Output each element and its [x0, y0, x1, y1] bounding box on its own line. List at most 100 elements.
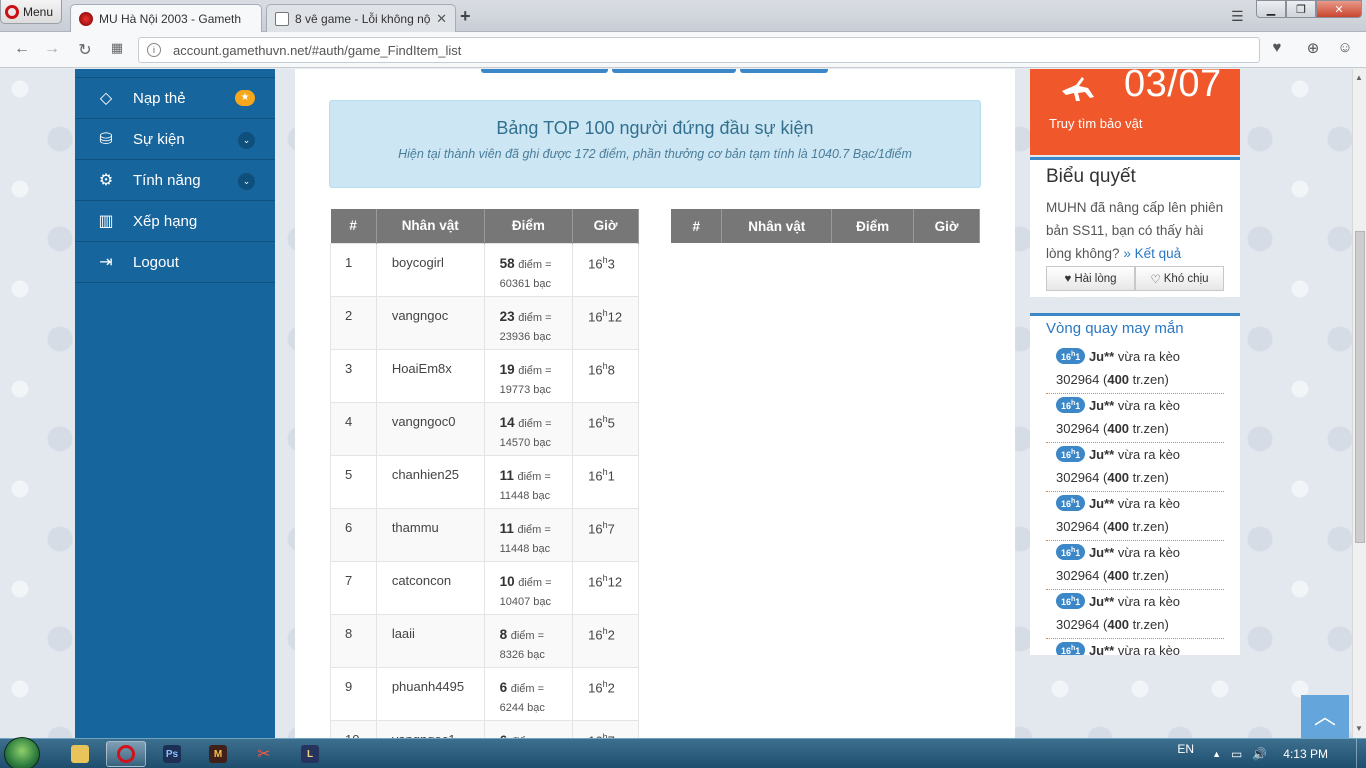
lucky-text: vừa ra kèo	[1117, 496, 1181, 511]
close-window-button[interactable]: ✕	[1316, 0, 1362, 18]
time-badge: 16h1	[1056, 348, 1086, 364]
account-icon[interactable]: ☺	[1334, 39, 1356, 61]
lucky-wheel-item: 16h1 Ju** vừa ra kèo 302964 (400 tr.zen)	[1046, 443, 1224, 492]
poll-unhappy-button[interactable]: ♡ Khó chịu	[1135, 266, 1224, 291]
time-minute: 8	[607, 361, 615, 377]
sidebar-item-xep-hang[interactable]: ▥ Xếp hạng	[75, 201, 275, 242]
time-minute: 5	[607, 414, 615, 430]
taskbar-explorer[interactable]	[60, 741, 100, 767]
tab-mu-hanoi[interactable]: MU Hà Nội 2003 - Gameth	[70, 4, 262, 32]
language-indicator[interactable]: EN	[1177, 742, 1194, 756]
time-badge: 16h1	[1056, 495, 1086, 511]
poll-buttons: ♥ Hài lòng ♡ Khó chịu	[1046, 266, 1224, 291]
silver-value: 23936 bạc	[499, 330, 551, 343]
time-badge-hour: 16	[1061, 646, 1072, 655]
lucky-wheel-title[interactable]: Vòng quay may mắn	[1046, 320, 1224, 337]
opera-menu-button[interactable]: Menu	[0, 0, 62, 24]
taskbar-launcher[interactable]: L	[290, 741, 330, 767]
site-info-icon[interactable]: i	[147, 43, 161, 57]
col-header-time[interactable]: Giờ	[913, 209, 980, 243]
lucky-code: 302964	[1056, 617, 1100, 632]
score-unit: điểm =	[518, 258, 552, 271]
reload-icon[interactable]: ↻	[75, 40, 95, 60]
col-header-character[interactable]: Nhân vật	[721, 209, 833, 243]
taskbar-photoshop[interactable]: Ps	[152, 741, 192, 767]
character-name: chanhien25	[375, 454, 485, 509]
scrollbar-thumb[interactable]	[1355, 231, 1365, 543]
start-button[interactable]	[4, 737, 40, 768]
event-countdown-box[interactable]: 03/07 Truy tìm bảo vật	[1030, 69, 1240, 155]
forward-icon[interactable]: →	[42, 40, 62, 58]
score-value: 19	[499, 361, 515, 377]
clock[interactable]: 4:13 PM	[1283, 747, 1328, 761]
col-header-number[interactable]: #	[671, 209, 723, 243]
lucky-unit: tr.zen	[1132, 372, 1165, 387]
lucky-text: vừa ra kèo	[1117, 349, 1181, 364]
folder-icon	[71, 745, 89, 763]
countdown-label: Truy tìm bảo vật	[1049, 116, 1143, 131]
back-icon[interactable]: ←	[12, 40, 32, 58]
col-header-score[interactable]: Điểm	[484, 209, 574, 243]
time-cell: 16h5	[572, 401, 639, 456]
taskbar-tools[interactable]: ✂	[244, 741, 284, 767]
scroll-up-arrow-icon[interactable]: ▲	[1355, 73, 1363, 82]
silver-value: 11448 bạc	[499, 489, 551, 502]
download-icon[interactable]: ⊕	[1302, 39, 1324, 61]
col-header-score[interactable]: Điểm	[831, 209, 915, 243]
scroll-to-top-button[interactable]: ︿	[1301, 695, 1349, 738]
col-header-number[interactable]: #	[330, 209, 377, 243]
table-header-row: # Nhân vật Điểm Giờ	[330, 209, 639, 243]
network-icon[interactable]: ▭	[1231, 747, 1242, 761]
heart-icon[interactable]: ♥	[1266, 39, 1288, 61]
lucky-user: Ju**	[1088, 643, 1115, 655]
speed-dial-icon[interactable]: ▦	[107, 40, 127, 56]
chevron-down-icon[interactable]: ⌄	[238, 173, 255, 190]
character-name: boycogirl	[375, 242, 485, 297]
taskbar-mu-game[interactable]: M	[198, 741, 238, 767]
sidebar-item-su-kien[interactable]: ⛁ Sự kiện ⌄	[75, 119, 275, 160]
table-row: 5 chanhien25 11 điểm = 11448 bạc 16h1	[330, 454, 639, 509]
mu-game-icon: M	[209, 745, 227, 763]
time-minute: 12	[607, 573, 623, 589]
top-button-partial[interactable]	[740, 69, 828, 73]
poll-satisfied-button[interactable]: ♥ Hài lòng	[1046, 266, 1135, 291]
url-field[interactable]: i account.gamethuvn.net/#auth/game_FindI…	[138, 37, 1260, 63]
score-cell: 6 điểm	[483, 719, 574, 738]
taskbar-opera[interactable]	[106, 741, 146, 767]
warrior-icon	[1062, 77, 1094, 101]
poll-result-link[interactable]: » Kết quả	[1123, 246, 1181, 261]
scroll-down-arrow-icon[interactable]: ▼	[1355, 724, 1363, 733]
browser-tab-strip: Menu MU Hà Nội 2003 - Gameth 8 vê game -…	[0, 0, 1366, 32]
lucky-amount: 400	[1107, 519, 1130, 534]
restore-button[interactable]: ❐	[1286, 0, 1316, 18]
show-desktop-button[interactable]	[1356, 739, 1366, 768]
time-badge: 16h1	[1056, 397, 1086, 413]
chevron-down-icon[interactable]: ⌄	[238, 132, 255, 149]
sidebar-item-logout[interactable]: ⇥ Logout	[75, 242, 275, 283]
col-header-time[interactable]: Giờ	[572, 209, 639, 243]
minimize-button[interactable]: ▁	[1256, 0, 1286, 18]
lucky-user: Ju**	[1088, 447, 1115, 462]
show-hidden-icons-icon[interactable]: ▲	[1212, 749, 1221, 759]
new-tab-button[interactable]: +	[460, 6, 471, 27]
score-cell: 10 điểm = 10407 bạc	[483, 560, 574, 615]
poll-widget: Biểu quyết MUHN đã nâng cấp lên phiên bả…	[1030, 157, 1240, 297]
rank-number: 9	[330, 666, 377, 721]
tab-menu-icon[interactable]: ☰	[1231, 8, 1244, 25]
top-button-partial[interactable]	[481, 69, 608, 73]
score-value: 8	[499, 626, 508, 642]
col-header-character[interactable]: Nhân vật	[376, 209, 485, 243]
top-button-partial[interactable]	[612, 69, 736, 73]
score-cell: 11 điểm = 11448 bạc	[483, 454, 574, 509]
page-scrollbar[interactable]: ▲ ▼	[1352, 69, 1366, 738]
time-hour: 16	[588, 308, 603, 324]
volume-icon[interactable]: 🔊	[1252, 747, 1267, 761]
sidebar-item-nap-the[interactable]: ◇ Nạp thẻ ★	[75, 78, 275, 119]
sidebar-item-tinh-nang[interactable]: ⚙ Tính năng ⌄	[75, 160, 275, 201]
lucky-wheel-item: 16h1 Ju** vừa ra kèo	[1046, 639, 1224, 655]
close-tab-icon[interactable]: ✕	[436, 11, 447, 27]
rank-number: 6	[330, 507, 377, 562]
table-row: 6 thammu 11 điểm = 11448 bạc 16h7	[330, 507, 639, 562]
table-row: 3 HoaiEm8x 19 điểm = 19773 bạc 16h8	[330, 348, 639, 403]
tab-8ve-game[interactable]: 8 vê game - Lỗi không nộp ✕	[266, 4, 456, 32]
